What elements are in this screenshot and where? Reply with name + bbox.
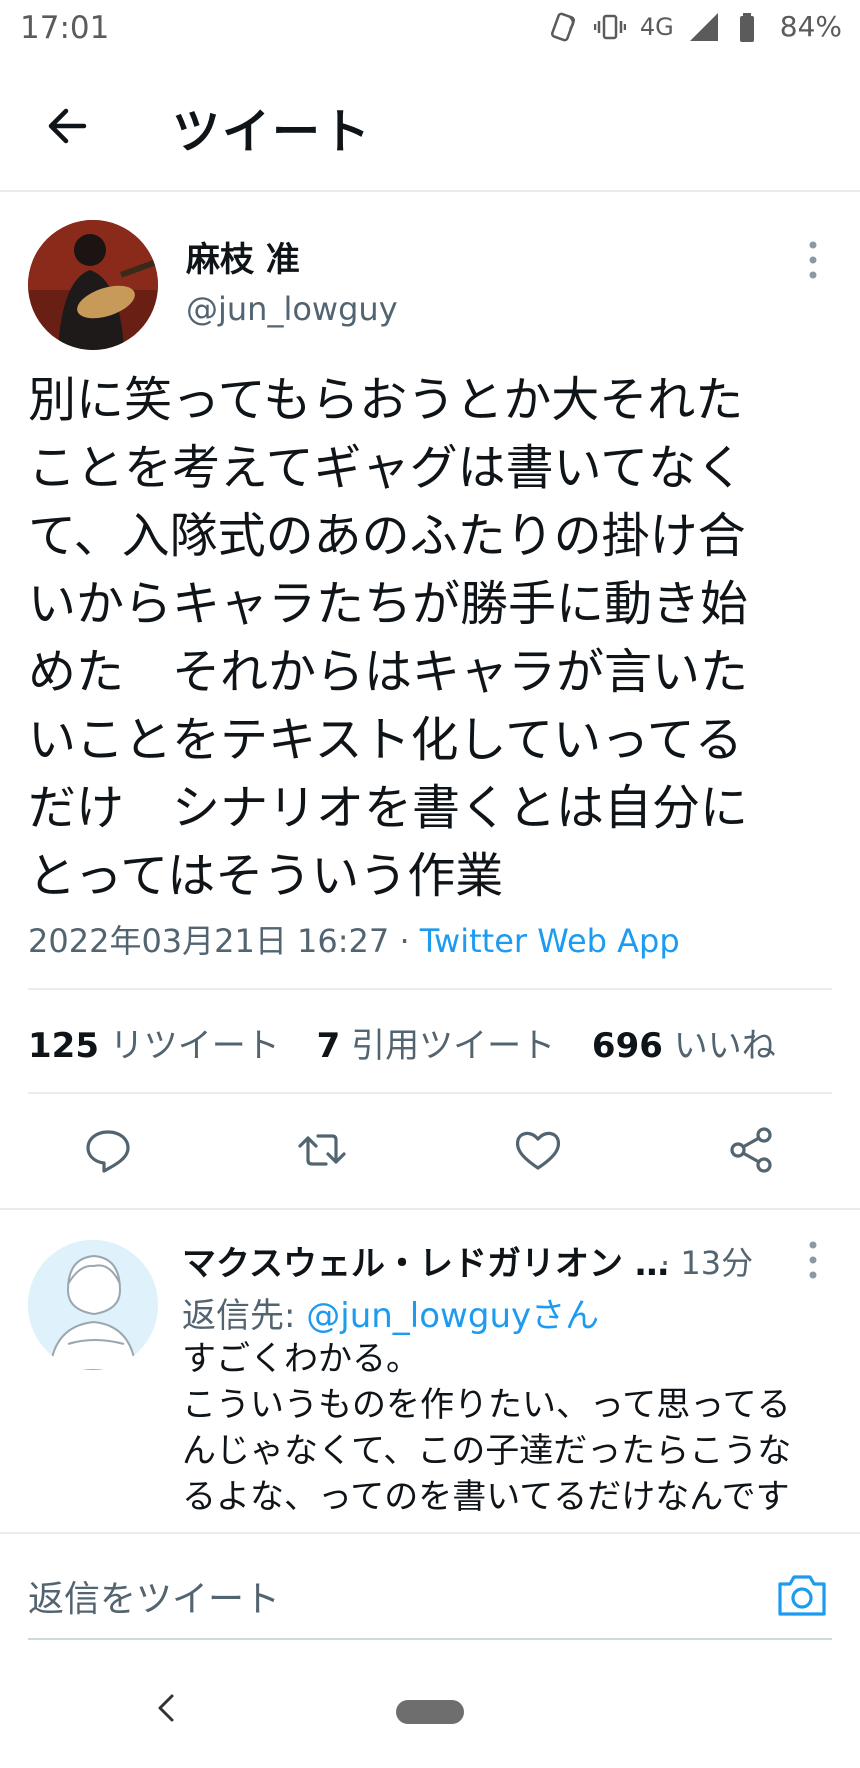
tweet-meta: 2022年03月21日 16:27 · Twitter Web App [28, 916, 680, 962]
reply-author-name[interactable]: マクスウェル・レドガリオン … [182, 1236, 669, 1285]
avatar-photo [28, 220, 158, 350]
nav-back-icon[interactable] [152, 1690, 180, 1726]
likes-label: いいね [673, 1026, 776, 1066]
retweets-count: 125 [28, 1026, 99, 1066]
tweet-actions [0, 1094, 860, 1208]
tweet-text-line: て、入隊式のあのふたりの掛け合 [28, 508, 746, 564]
share-icon[interactable] [726, 1124, 778, 1176]
tweet-stats: 125 リツイート 7 引用ツイート 696 いいね [28, 1018, 776, 1067]
reply-author-avatar[interactable] [28, 1240, 158, 1370]
author-avatar[interactable] [28, 220, 158, 350]
retweets-label: リツイート [109, 1026, 280, 1066]
like-icon[interactable] [512, 1124, 564, 1176]
retweet-icon[interactable] [296, 1124, 348, 1176]
page-title: ツイート [172, 104, 373, 160]
reply-icon[interactable] [82, 1124, 134, 1176]
reply-to: 返信先: @jun_lowguyさん [182, 1288, 599, 1337]
nfc-icon [550, 12, 575, 41]
quotes-count: 7 [316, 1026, 341, 1066]
vibrate-icon [593, 14, 626, 39]
reply-time: · 13分 [660, 1244, 754, 1282]
system-nav-bar [0, 1644, 860, 1768]
header: ツイート [0, 60, 860, 192]
status-time: 17:01 [20, 10, 110, 46]
more-options-icon[interactable] [808, 240, 818, 280]
author-name[interactable]: 麻枝 准 [186, 232, 300, 281]
signal-icon [689, 12, 718, 41]
meta-separator: · [389, 922, 420, 960]
tweet-text: 別に笑ってもらおうとか大それた ことを考えてギャグは書いてなく て、入隊式のあの… [28, 366, 828, 910]
quotes-label: 引用ツイート [351, 1026, 556, 1066]
divider [0, 1208, 860, 1210]
quotes-stat[interactable]: 7 引用ツイート [317, 1026, 555, 1066]
divider [28, 988, 832, 990]
reply-input[interactable]: 返信をツイート [28, 1570, 280, 1622]
reply-composer: 返信をツイート [0, 1532, 860, 1644]
likes-stat[interactable]: 696 いいね [592, 1026, 776, 1066]
tweet-text-line: ことを考えてギャグは書いてなく [28, 440, 745, 496]
author-handle[interactable]: @jun_lowguy [186, 290, 398, 328]
tweet-text-line: いからキャラたちが勝手に動き始 [28, 576, 749, 632]
tweet-timestamp[interactable]: 2022年03月21日 16:27 [28, 922, 389, 960]
nav-home-pill[interactable] [396, 1700, 464, 1724]
retweets-stat[interactable]: 125 リツイート [28, 1026, 280, 1066]
likes-count: 696 [591, 1026, 663, 1066]
composer-underline [28, 1638, 832, 1640]
tweet-text-line: だけ シナリオを書くとは自分に [28, 780, 749, 836]
avatar-illustration [28, 1240, 158, 1370]
tweet-text-line: 別に笑ってもらおうとか大それた [28, 372, 744, 428]
battery-level: 84% [779, 10, 842, 43]
tweet-source-link[interactable]: Twitter Web App [420, 922, 680, 960]
tweet-text-line: いことをテキスト化していってる [28, 712, 743, 768]
camera-icon[interactable] [776, 1572, 828, 1618]
reply-to-handle[interactable]: @jun_lowguyさん [306, 1296, 599, 1336]
network-type: 4G [639, 12, 674, 41]
tweet-text-line: めた それからはキャラが言いた [28, 644, 749, 700]
reply-to-prefix: 返信先: [182, 1296, 307, 1336]
battery-icon [739, 12, 754, 42]
status-icons: 4G 84% [548, 10, 842, 43]
reply-text: すごくわかる。 こういうものを作りたい、って思ってる んじゃなくて、この子達だっ… [182, 1339, 792, 1517]
tweet-text-line: とってはそういう作業 [28, 848, 504, 904]
reply-more-options-icon[interactable] [808, 1240, 818, 1280]
back-arrow-icon[interactable] [40, 98, 96, 154]
status-bar: 17:01 4G 84% [0, 0, 860, 60]
